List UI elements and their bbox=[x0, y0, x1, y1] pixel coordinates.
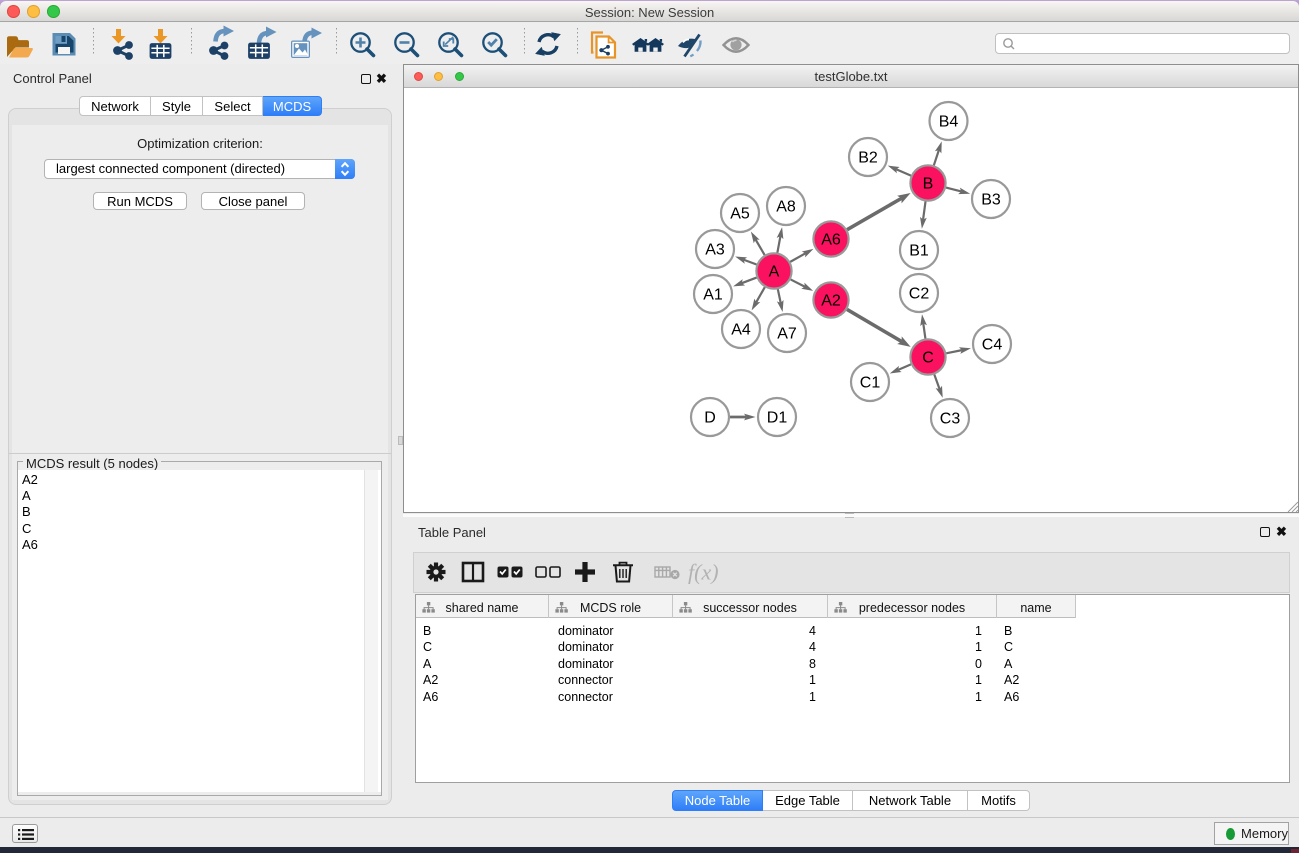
svg-text:A2: A2 bbox=[821, 293, 841, 310]
svg-text:A: A bbox=[769, 264, 780, 281]
svg-text:A7: A7 bbox=[777, 326, 797, 343]
svg-text:A3: A3 bbox=[705, 242, 725, 259]
svg-text:f(x): f(x) bbox=[688, 560, 719, 585]
svg-text:A5: A5 bbox=[730, 206, 750, 223]
svg-text:C3: C3 bbox=[940, 411, 961, 428]
svg-text:A4: A4 bbox=[731, 322, 751, 339]
svg-text:B4: B4 bbox=[939, 114, 959, 131]
svg-text:C: C bbox=[922, 350, 934, 367]
svg-text:C1: C1 bbox=[860, 375, 881, 392]
svg-text:B2: B2 bbox=[858, 150, 878, 167]
svg-text:D: D bbox=[704, 410, 716, 427]
svg-text:B1: B1 bbox=[909, 243, 929, 260]
svg-text:D1: D1 bbox=[767, 410, 788, 427]
svg-text:B: B bbox=[923, 176, 934, 193]
svg-text:A8: A8 bbox=[776, 199, 796, 216]
svg-text:A1: A1 bbox=[703, 287, 723, 304]
svg-text:C4: C4 bbox=[982, 337, 1003, 354]
svg-text:A6: A6 bbox=[821, 232, 841, 249]
svg-text:C2: C2 bbox=[909, 286, 930, 303]
svg-text:B3: B3 bbox=[981, 192, 1001, 209]
